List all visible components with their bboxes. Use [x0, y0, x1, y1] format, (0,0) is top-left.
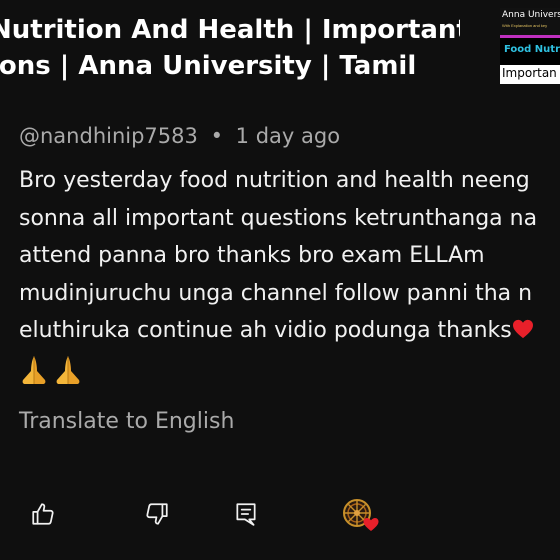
comment-line: sonna all important questions ketrunthan… [19, 205, 538, 231]
video-title-line-2: ions | Anna University | Tamil [0, 51, 417, 81]
dislike-button[interactable] [141, 498, 173, 530]
reply-comment-icon [236, 503, 256, 526]
video-title-line-1: Nutrition And Health | Important [0, 15, 460, 45]
red-heart-emoji [512, 319, 533, 339]
thumbnail-text-2: With Explanation and key [502, 23, 548, 28]
thumbnail-text-4: Importan [502, 66, 557, 80]
thumbs-down-icon [146, 503, 168, 525]
comment-line-with-emoji: eluthiruka continue ah vidio podunga tha… [19, 312, 560, 350]
thumbnail-text-1: Anna University [502, 10, 560, 20]
video-title[interactable]: Nutrition And Health | Important ions | … [0, 12, 460, 84]
comment-header: @nandhinip7583 • 1 day ago [19, 124, 340, 148]
comment-line: Bro yesterday food nutrition and health … [19, 168, 530, 193]
comment-line: attend panna bro thanks bro exam ELLAm [19, 243, 485, 268]
creator-heart-badge [340, 497, 382, 533]
thumbnail-text-3: Food Nutri [504, 44, 560, 55]
comment-line: mudinjuruchu unga channel follow panni t… [19, 280, 533, 306]
comment-line: eluthiruka continue ah vidio podunga tha… [19, 318, 512, 343]
folded-hands-emojis [19, 354, 83, 386]
video-thumbnail[interactable]: Anna University With Explanation and key… [500, 8, 560, 84]
meta-separator: • [210, 124, 223, 148]
like-button[interactable] [27, 498, 59, 530]
reply-button[interactable] [230, 498, 262, 530]
comment-author[interactable]: @nandhinip7583 [19, 124, 198, 148]
folded-hands-emoji [56, 355, 80, 384]
thumbs-up-icon [32, 503, 54, 525]
creator-heart-avatar-icon [343, 499, 379, 531]
comment-body: Bro yesterday food nutrition and health … [19, 162, 560, 398]
folded-hands-emoji [22, 355, 46, 384]
comment-time: 1 day ago [235, 124, 341, 148]
translate-button[interactable]: Translate to English [19, 409, 234, 434]
